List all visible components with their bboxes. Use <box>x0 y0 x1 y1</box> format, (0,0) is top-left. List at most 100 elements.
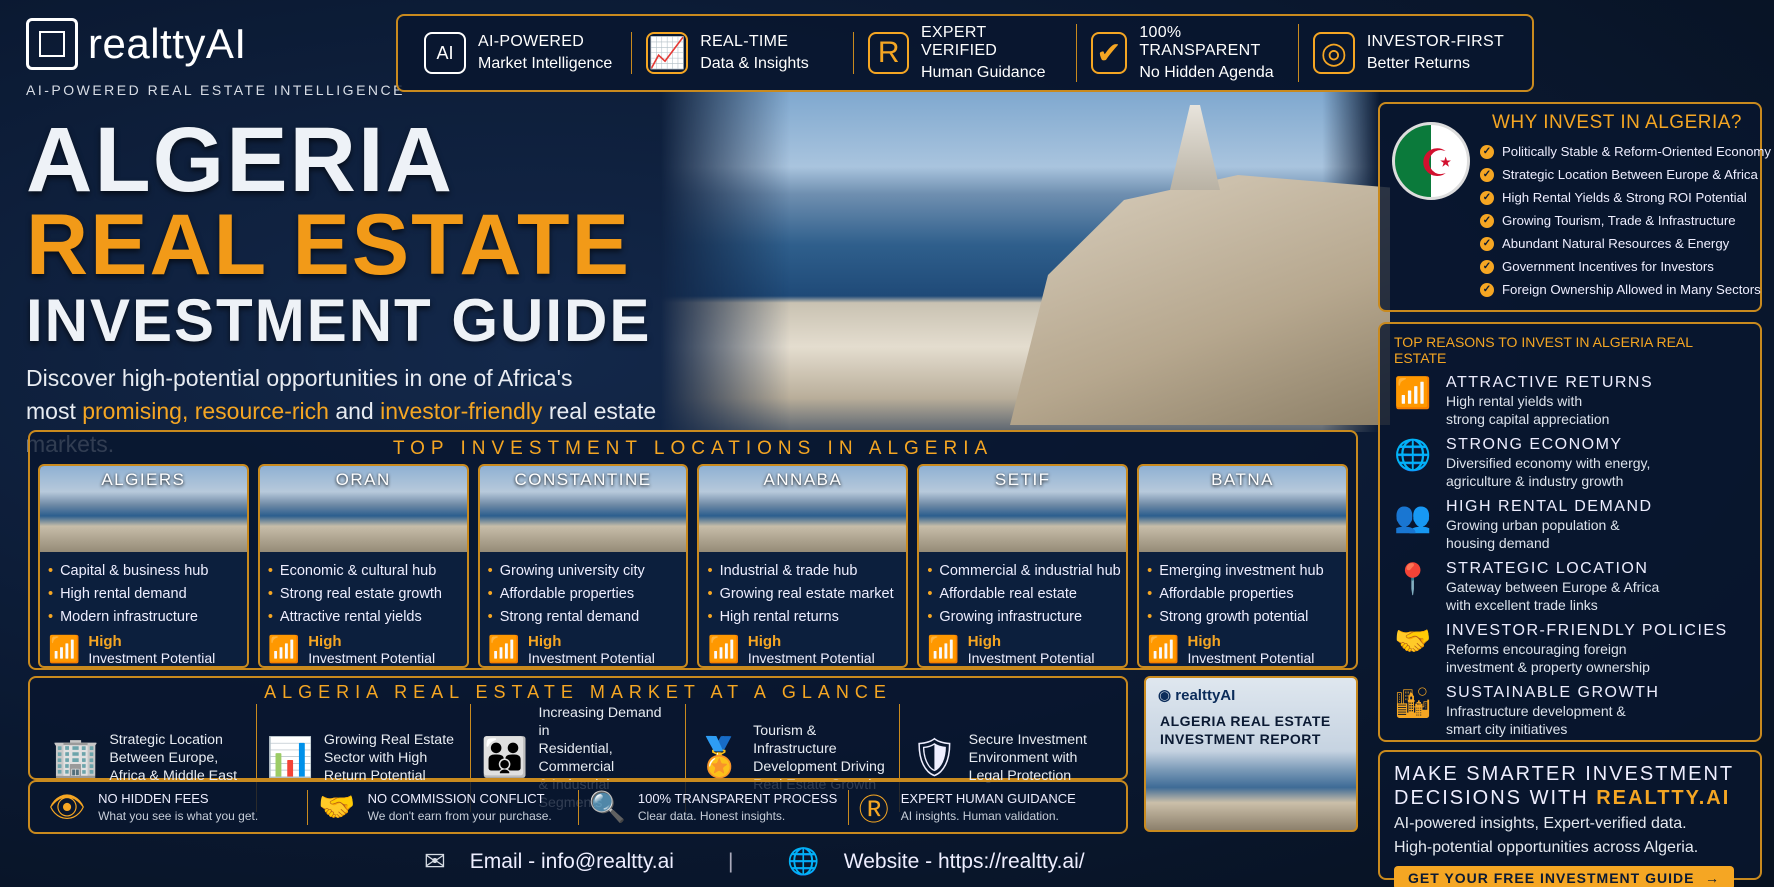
reason-desc-line1: Reforms encouraging foreign <box>1446 641 1627 657</box>
why-invest-title: WHY INVEST IN ALGERIA? <box>1492 112 1742 133</box>
free-guide-button[interactable]: GET YOUR FREE INVESTMENT GUIDE → <box>1394 866 1734 887</box>
reason-desc-line1: Diversified economy with energy, <box>1446 455 1651 471</box>
reason-text: STRATEGIC LOCATION Gateway between Europe… <box>1446 560 1659 614</box>
top-reasons-panel: TOP REASONS TO INVEST IN ALGERIA REAL ES… <box>1378 322 1762 742</box>
email-link[interactable]: Email - info@realtty.ai <box>470 850 674 874</box>
check-icon: ✓ <box>1480 190 1494 205</box>
magnifier-icon: 🔍 <box>588 790 626 824</box>
cta-heading-line2: DECISIONS WITH REALTTY.AI <box>1394 787 1731 809</box>
bar-growth-icon: 📶 <box>1394 376 1432 410</box>
reason-text: ATTRACTIVE RETURNS High rental yields wit… <box>1446 374 1653 428</box>
expert-badge-icon: R <box>868 32 909 74</box>
bar-growth-icon: 📶 <box>487 634 521 664</box>
why-invest-item: ✓ Strategic Location Between Europe & Afr… <box>1480 167 1771 182</box>
location-card[interactable]: CONSTANTINE Growing university cityAfford… <box>477 464 689 668</box>
reason-item: 🌐 STRONG ECONOMY Diversified economy with … <box>1394 436 1746 490</box>
trust-heading: 100% TRANSPARENT PROCESS <box>637 791 838 806</box>
buildings-icon: 🏢 <box>52 737 100 779</box>
brand-logo[interactable]: realttyAI <box>26 18 247 70</box>
glance-text-line: Tourism & Infrastructure <box>753 723 837 757</box>
shield-dollar-icon: 🛡 <box>910 737 959 779</box>
feature-subtitle: Market Intelligence <box>478 55 613 72</box>
trust-text: NO COMMISSION CONFLICT We don't earn from… <box>368 791 552 823</box>
trust-bar: 👁 NO HIDDEN FEES What you see is what you … <box>28 780 1128 834</box>
top-reasons-title: TOP REASONS TO INVEST IN ALGERIA REAL ES… <box>1394 334 1693 366</box>
feature-text: INVESTOR-FIRST Better Returns <box>1367 33 1504 73</box>
location-bullet: Strong growth potential <box>1147 606 1338 629</box>
location-bullet: Affordable properties <box>1147 583 1338 606</box>
why-invest-item: ✓ Politically Stable & Reform-Oriented Ec… <box>1480 144 1771 159</box>
reason-item: 📶 ATTRACTIVE RETURNS High rental yields wi… <box>1394 374 1746 428</box>
location-bullet: Modern infrastructure <box>48 606 239 629</box>
glance-text-line: Environment with <box>968 750 1078 766</box>
feature-title: 100% TRANSPARENT <box>1139 24 1261 59</box>
potential-label: Investment Potential <box>1187 650 1315 666</box>
location-bullet: Growing university city <box>488 560 679 583</box>
cta-desc-line1: AI-powered insights, Expert-verified dat… <box>1394 815 1687 832</box>
location-bullet: Affordable real estate <box>927 583 1118 606</box>
why-invest-text: Government Incentives for Investors <box>1502 259 1714 274</box>
check-icon: ✓ <box>1480 236 1494 251</box>
reason-item: 🤝 INVESTOR-FRIENDLY POLICIES Reforms encou… <box>1394 622 1746 676</box>
market-glance-title: ALGERIA REAL ESTATE MARKET AT A GLANCE <box>264 682 892 702</box>
why-invest-item: ✓ Foreign Ownership Allowed in Many Secto… <box>1480 282 1771 297</box>
location-card[interactable]: BATNA Emerging investment hubAffordable p… <box>1137 464 1348 668</box>
reason-heading: STRATEGIC LOCATION <box>1446 560 1649 577</box>
glance-text-line: Residential, Commercial <box>538 741 615 775</box>
location-name: ALGIERS <box>101 470 186 489</box>
potential-label: Investment Potential <box>528 650 655 666</box>
investment-potential: 📶 High Investment Potential <box>919 629 1126 666</box>
potential-level: High <box>1187 633 1221 650</box>
trust-text: NO HIDDEN FEES What you see is what you g… <box>98 791 258 823</box>
why-invest-item: ✓ Government Incentives for Investors <box>1480 259 1771 274</box>
expert-icon: Ⓡ <box>858 794 889 827</box>
location-card[interactable]: ALGIERS Capital & business hubHigh rental… <box>38 464 249 668</box>
potential-text: High Investment Potential <box>748 633 875 666</box>
feature-subtitle: Data & Insights <box>700 55 809 72</box>
why-invest-text: Abundant Natural Resources & Energy <box>1502 236 1730 251</box>
growth-chart-icon: 📈 <box>646 32 689 74</box>
trust-heading: NO COMMISSION CONFLICT <box>367 791 545 806</box>
reason-text: INVESTOR-FRIENDLY POLICIES Reforms encour… <box>1446 622 1728 676</box>
trust-item: 👁 NO HIDDEN FEES What you see is what you … <box>38 789 309 825</box>
check-icon: ✓ <box>1480 213 1494 228</box>
feature-item: ◎ INVESTOR-FIRST Better Returns <box>1299 32 1520 74</box>
trust-item: 🤝 NO COMMISSION CONFLICT We don't earn fro… <box>308 789 579 825</box>
feature-text: AI-POWERED Market Intelligence <box>478 33 612 73</box>
why-invest-text: Growing Tourism, Trade & Infrastructure <box>1502 213 1736 228</box>
potential-level: High <box>528 633 562 650</box>
globe-icon: 🌐 <box>787 846 820 876</box>
location-photo: ANNABA <box>699 466 907 552</box>
location-bullet: Industrial & trade hub <box>707 560 898 583</box>
target-icon: ◎ <box>1312 32 1355 74</box>
glance-text-line: Development Driving <box>753 759 885 775</box>
location-bullets: Economic & cultural hubStrong real estat… <box>260 552 467 629</box>
reason-desc-line2: smart city initiatives <box>1446 721 1568 737</box>
trust-text: 100% TRANSPARENT PROCESS Clear data. Hone… <box>638 791 837 823</box>
investment-report-thumbnail[interactable]: ◉ realttyAI ALGERIA REAL ESTATE INVESTME… <box>1144 676 1358 832</box>
location-card[interactable]: SETIF Commercial & industrial hubAffordab… <box>917 464 1129 668</box>
potential-level: High <box>308 633 342 650</box>
trust-desc: What you see is what you get. <box>98 809 259 823</box>
feature-subtitle: Better Returns <box>1366 55 1470 72</box>
location-card[interactable]: ANNABA Industrial & trade hubGrowing real… <box>697 464 909 668</box>
website-link[interactable]: Website - https://realtty.ai/ <box>844 850 1085 874</box>
location-photo: BATNA <box>1139 466 1346 552</box>
why-invest-item: ✓ Growing Tourism, Trade & Infrastructure <box>1480 213 1771 228</box>
location-bullet: Emerging investment hub <box>1147 560 1338 583</box>
why-invest-list: ✓ Politically Stable & Reform-Oriented Ec… <box>1480 144 1771 305</box>
glance-text-line: Strategic Location <box>109 732 223 748</box>
feature-item: R EXPERT VERIFIED Human Guidance <box>854 24 1077 82</box>
trust-desc: AI insights. Human validation. <box>900 809 1059 823</box>
potential-level: High <box>88 633 122 650</box>
trust-text: EXPERT HUMAN GUIDANCE AI insights. Human … <box>901 791 1076 823</box>
contact-separator: | <box>727 849 734 873</box>
reason-desc-line2: investment & property ownership <box>1446 659 1650 675</box>
glance-text-line: Between Europe, <box>109 750 219 766</box>
reason-item: 👥 HIGH RENTAL DEMAND Growing urban populat… <box>1394 498 1746 552</box>
location-card[interactable]: ORAN Economic & cultural hubStrong real e… <box>257 464 469 668</box>
location-photo: SETIF <box>919 466 1127 552</box>
location-bullet: Commercial & industrial hub <box>927 560 1120 583</box>
algeria-flag-icon <box>1392 122 1470 200</box>
feature-subtitle: Human Guidance <box>920 64 1046 81</box>
